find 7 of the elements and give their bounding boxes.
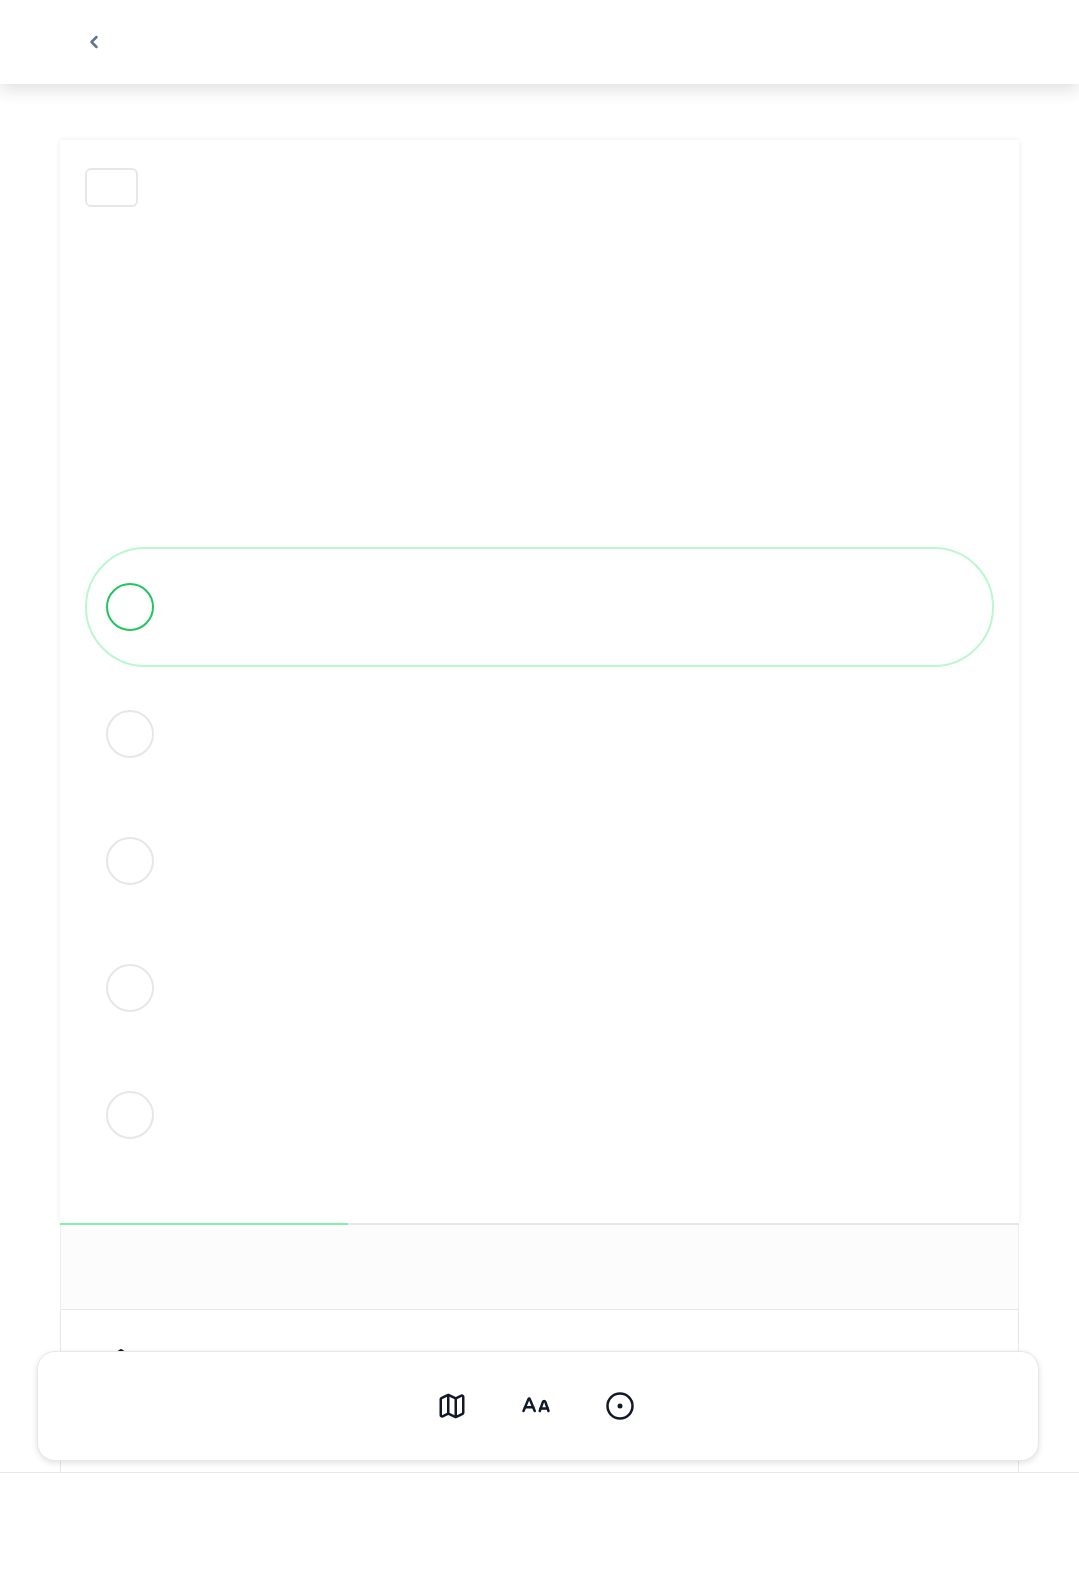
- empty-tag: [85, 168, 138, 207]
- target-icon: [605, 1391, 635, 1421]
- map-icon: [437, 1391, 467, 1421]
- target-button[interactable]: [605, 1391, 635, 1421]
- radio-button[interactable]: [106, 583, 154, 631]
- answer-option[interactable]: [85, 547, 994, 667]
- map-button[interactable]: [437, 1391, 467, 1421]
